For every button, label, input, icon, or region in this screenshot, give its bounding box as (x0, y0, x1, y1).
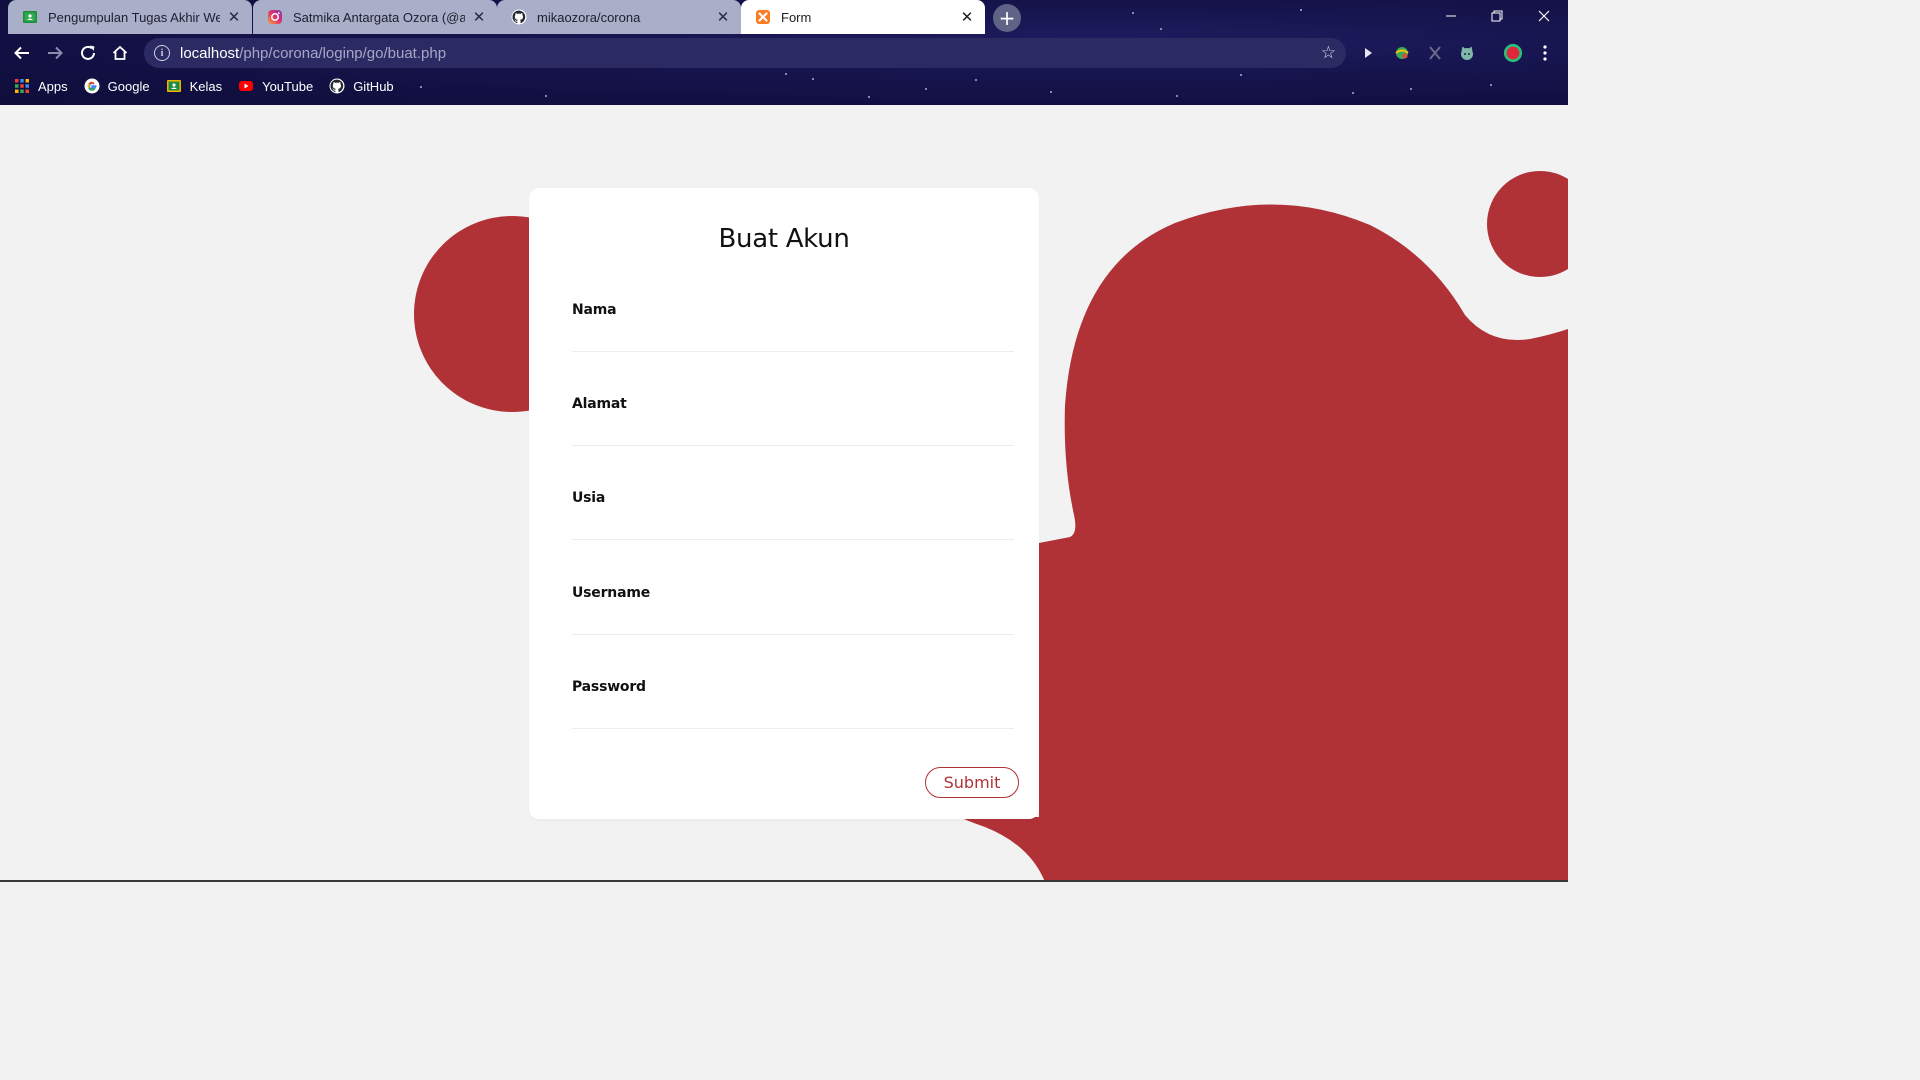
back-button[interactable] (10, 41, 34, 65)
form-title: Buat Akun (718, 224, 850, 254)
bookmark-star-icon[interactable]: ☆ (1321, 44, 1336, 62)
field-label: Username (572, 585, 650, 601)
menu-kebab-icon[interactable] (1535, 43, 1555, 63)
close-icon[interactable]: ✕ (959, 9, 975, 26)
close-window-button[interactable] (1521, 0, 1567, 32)
google-icon (84, 78, 100, 94)
extension-cat-icon[interactable] (1457, 43, 1477, 63)
tab-title: Pengumpulan Tugas Akhir Web (48, 9, 220, 25)
github-icon (511, 9, 527, 25)
field-alamat: Alamat (572, 396, 1014, 460)
password-input[interactable] (572, 705, 1014, 729)
home-button[interactable] (108, 41, 132, 65)
field-label: Alamat (572, 396, 627, 412)
top-right-blob (1487, 171, 1568, 277)
right-blob (960, 204, 1568, 882)
url-text: localhost/php/corona/loginp/go/buat.php (180, 44, 447, 62)
bookmark-label: GitHub (353, 78, 394, 94)
tab-strip: Pengumpulan Tugas Akhir Web ✕ Satmika An… (0, 0, 1568, 34)
browser-chrome: Pengumpulan Tugas Akhir Web ✕ Satmika An… (0, 0, 1568, 105)
create-account-card: Buat Akun Nama Alamat Usia Username Pass… (529, 188, 1039, 819)
browser-toolbar: i localhost/php/corona/loginp/go/buat.ph… (0, 34, 1568, 72)
alamat-input[interactable] (572, 422, 1014, 446)
apps-grid-icon (14, 78, 30, 94)
address-bar[interactable]: i localhost/php/corona/loginp/go/buat.ph… (144, 38, 1346, 68)
field-username: Username (572, 585, 1014, 649)
bookmark-google[interactable]: Google (84, 78, 150, 94)
tab-pengumpulan[interactable]: Pengumpulan Tugas Akhir Web ✕ (8, 0, 252, 34)
tab-title: mikaozora/corona (537, 9, 641, 25)
bookmark-youtube[interactable]: YouTube (238, 78, 313, 94)
username-input[interactable] (572, 611, 1014, 635)
bookmark-label: YouTube (262, 78, 314, 94)
taskbar-edge (0, 880, 1568, 882)
instagram-icon (267, 9, 283, 25)
usia-input[interactable] (572, 516, 1014, 540)
page-content: Buat Akun Nama Alamat Usia Username Pass… (0, 105, 1568, 882)
forward-button[interactable] (43, 41, 67, 65)
field-nama: Nama (572, 302, 1014, 366)
bookmark-label: Apps (38, 78, 68, 94)
close-icon[interactable]: ✕ (471, 9, 487, 26)
restore-button[interactable] (1474, 0, 1520, 32)
field-label: Password (572, 679, 646, 695)
bookmark-label: Google (107, 78, 150, 94)
tab-title: Form (781, 9, 812, 25)
bookmark-github[interactable]: GitHub (329, 78, 394, 94)
info-icon[interactable]: i (154, 45, 170, 61)
classroom-icon (166, 78, 182, 94)
bookmark-label: Kelas (189, 78, 223, 94)
bookmark-apps[interactable]: Apps (14, 78, 68, 94)
cast-icon[interactable] (1358, 43, 1378, 63)
xampp-icon (755, 9, 771, 25)
classroom-icon (22, 9, 38, 25)
extension-globe-icon[interactable] (1392, 43, 1412, 63)
minimize-button[interactable] (1428, 0, 1474, 32)
reload-button[interactable] (76, 41, 100, 65)
youtube-icon (238, 78, 254, 94)
field-label: Usia (572, 490, 606, 506)
close-icon[interactable]: ✕ (715, 9, 731, 26)
tab-instagram[interactable]: Satmika Antargata Ozora (@anta ✕ (253, 0, 497, 34)
field-password: Password (572, 679, 1014, 743)
bookmarks-bar: Apps Google Kelas YouTube GitHub (0, 72, 1568, 100)
tab-form[interactable]: Form ✕ (741, 0, 985, 34)
new-tab-button[interactable]: + (993, 4, 1021, 32)
nama-input[interactable] (572, 328, 1014, 352)
extension-x-icon[interactable] (1425, 43, 1445, 63)
submit-button[interactable]: Submit (925, 767, 1019, 798)
close-icon[interactable]: ✕ (226, 9, 242, 26)
github-icon (329, 78, 345, 94)
bookmark-kelas[interactable]: Kelas (166, 78, 223, 94)
profile-avatar[interactable] (1503, 43, 1523, 63)
tab-github[interactable]: mikaozora/corona ✕ (497, 0, 741, 34)
field-usia: Usia (572, 490, 1014, 554)
tab-title: Satmika Antargata Ozora (@anta (293, 9, 465, 25)
field-label: Nama (572, 302, 617, 318)
